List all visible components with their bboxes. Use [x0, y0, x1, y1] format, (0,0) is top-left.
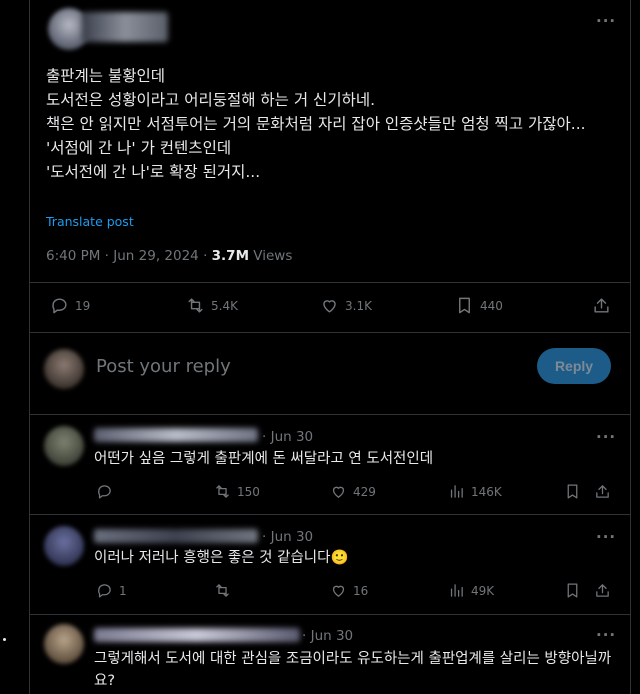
heart-icon	[332, 486, 345, 498]
views-count: 3.7M	[211, 248, 250, 264]
reply-actions: 1 16 49K	[94, 581, 616, 603]
post-meta: 6:40 PM · Jun 29, 2024 · 3.7M Views	[46, 248, 292, 264]
views-icon	[450, 485, 463, 498]
reply-button[interactable]	[96, 483, 119, 500]
reply-date[interactable]: · Jun 30	[302, 628, 353, 644]
reply-input[interactable]: Post your reply	[96, 356, 231, 377]
share-icon	[596, 485, 609, 498]
repost-icon	[216, 485, 229, 498]
main-post-header: ···	[46, 6, 616, 50]
reply-date[interactable]: · Jun 30	[262, 429, 313, 445]
heart-icon	[332, 585, 345, 597]
share-icon	[596, 584, 609, 597]
reply-icon	[98, 485, 111, 499]
reply-button[interactable]: 1	[96, 582, 127, 599]
reply-avatar[interactable]	[44, 526, 84, 566]
more-icon[interactable]: ···	[596, 626, 616, 644]
share-button[interactable]	[594, 582, 611, 599]
author-name-blurred[interactable]	[82, 12, 168, 42]
like-button[interactable]: 3.1K	[320, 296, 372, 315]
reply-composer: Post your reply Reply	[42, 346, 618, 392]
divider	[30, 282, 630, 283]
translate-post-link[interactable]: Translate post	[46, 214, 134, 229]
reply-icon	[52, 298, 67, 314]
bookmark-button[interactable]: 440	[455, 296, 503, 315]
bookmark-button[interactable]	[564, 483, 581, 500]
share-icon	[594, 298, 609, 313]
reply-actions: 150 429 146K	[94, 482, 616, 504]
post-timestamp[interactable]: 6:40 PM · Jun 29, 2024 ·	[46, 248, 212, 264]
more-icon[interactable]: ···	[596, 12, 616, 30]
reply-author-blurred[interactable]	[94, 529, 258, 543]
repost-button[interactable]	[214, 582, 237, 599]
repost-button[interactable]: 150	[214, 483, 260, 500]
divider	[30, 332, 630, 333]
share-button[interactable]	[594, 483, 611, 500]
reply-author-blurred[interactable]	[94, 628, 300, 642]
bookmark-icon	[567, 484, 578, 499]
repost-icon	[216, 584, 229, 597]
reply-date[interactable]: · Jun 30	[262, 529, 313, 545]
reply-text: 이러나 저러나 흥행은 좋은 것 같습니다🙂	[94, 550, 349, 566]
bookmark-icon	[459, 297, 470, 314]
reply-text: 그렇게해서 도서에 대한 관심을 조금이라도 유도하는게 출판업계를 살리는 방…	[94, 651, 612, 689]
like-button[interactable]: 429	[330, 483, 376, 500]
bookmark-icon	[567, 583, 578, 598]
views-button[interactable]: 49K	[448, 582, 494, 599]
reply-button[interactable]: 19	[50, 296, 90, 315]
post-actions: 19 5.4K 3.1K 440	[46, 294, 616, 320]
heart-icon	[323, 300, 336, 313]
my-avatar	[44, 349, 84, 389]
reply-icon	[98, 584, 111, 598]
like-button[interactable]: 16	[330, 582, 368, 599]
reply-avatar[interactable]	[44, 426, 84, 466]
reply-item[interactable]: · Jun 30 ··· 그렇게해서 도서에 대한 관심을 조금이라도 유도하는…	[30, 614, 630, 694]
repost-button[interactable]: 5.4K	[186, 296, 238, 315]
more-icon[interactable]: ···	[596, 528, 616, 546]
more-icon[interactable]: ···	[596, 428, 616, 446]
reply-avatar[interactable]	[44, 624, 84, 664]
views-icon	[450, 584, 463, 597]
share-button[interactable]	[592, 296, 611, 315]
reply-item[interactable]: · Jun 30 ··· 어떤가 싶음 그렇게 출판계에 돈 써달라고 연 도서…	[30, 414, 630, 514]
bookmark-button[interactable]	[564, 582, 581, 599]
post-text: 출판계는 불황인데 도서전은 성황이라고 어리둥절해 하는 거 신기하네. 책은…	[46, 67, 586, 181]
reply-submit-button[interactable]: Reply	[537, 348, 611, 384]
side-dot	[3, 638, 6, 641]
post-thread-column: ··· 출판계는 불황인데 도서전은 성황이라고 어리둥절해 하는 거 신기하네…	[29, 0, 631, 694]
reply-author-blurred[interactable]	[94, 428, 258, 442]
views-button[interactable]: 146K	[448, 483, 502, 500]
views-label: Views	[249, 248, 293, 264]
repost-icon	[188, 298, 203, 313]
reply-item[interactable]: · Jun 30 ··· 이러나 저러나 흥행은 좋은 것 같습니다🙂 1 16…	[30, 514, 630, 614]
reply-text: 어떤가 싶음 그렇게 출판계에 돈 써달라고 연 도서전인데	[94, 451, 434, 467]
